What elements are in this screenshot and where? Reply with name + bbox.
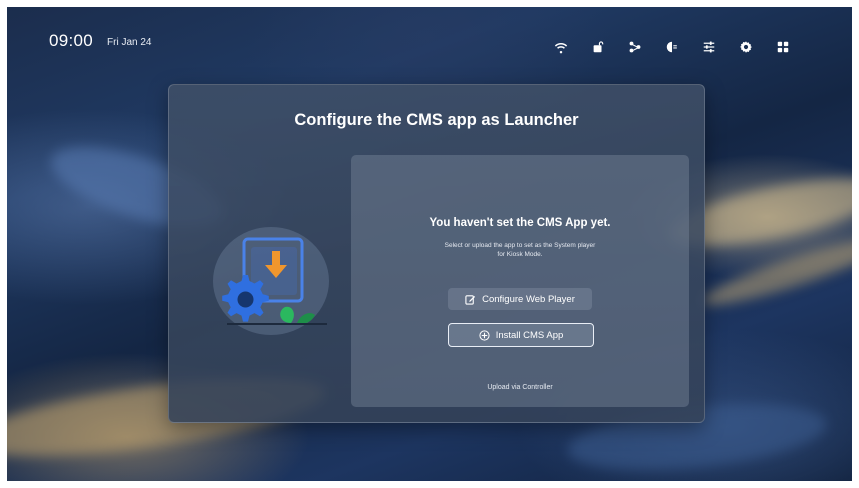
settings-icon[interactable] [737,38,755,56]
clock-time: 09:00 [49,31,94,50]
configure-web-player-button[interactable]: Configure Web Player [448,288,592,310]
configure-launcher-dialog: Configure the CMS app as Launcher You ha… [168,84,705,423]
apps-grid-icon[interactable] [774,38,792,56]
clock-date: Fri Jan 24 [107,37,152,48]
description-line: for Kiosk Mode. [497,251,543,258]
add-circle-icon [479,329,490,341]
usb-lock-icon[interactable] [589,38,607,56]
edit-icon [465,294,476,305]
wifi-icon[interactable] [552,38,570,56]
desktop-background: 09:00 Fri Jan 24 Configure the CMS app a… [7,7,852,481]
sliders-icon[interactable] [700,38,718,56]
status-bar: 09:00 Fri Jan 24 [7,7,852,67]
cms-setup-panel: You haven't set the CMS App yet. Select … [351,155,689,407]
share-icon[interactable] [626,38,644,56]
install-cms-app-label: Install CMS App [495,329,564,341]
description-line: Select or upload the app to set as the S… [444,242,596,249]
cms-app-illustration [213,227,329,335]
input-source-icon[interactable] [663,38,681,56]
panel-description: Select or upload the app to set as the S… [411,241,629,259]
configure-web-player-label: Configure Web Player [482,293,575,305]
panel-heading: You haven't set the CMS App yet. [429,217,611,229]
dialog-title: Configure the CMS app as Launcher [294,111,579,129]
install-cms-app-button[interactable]: Install CMS App [448,323,594,347]
upload-via-controller-link[interactable]: Upload via Controller [351,384,689,391]
